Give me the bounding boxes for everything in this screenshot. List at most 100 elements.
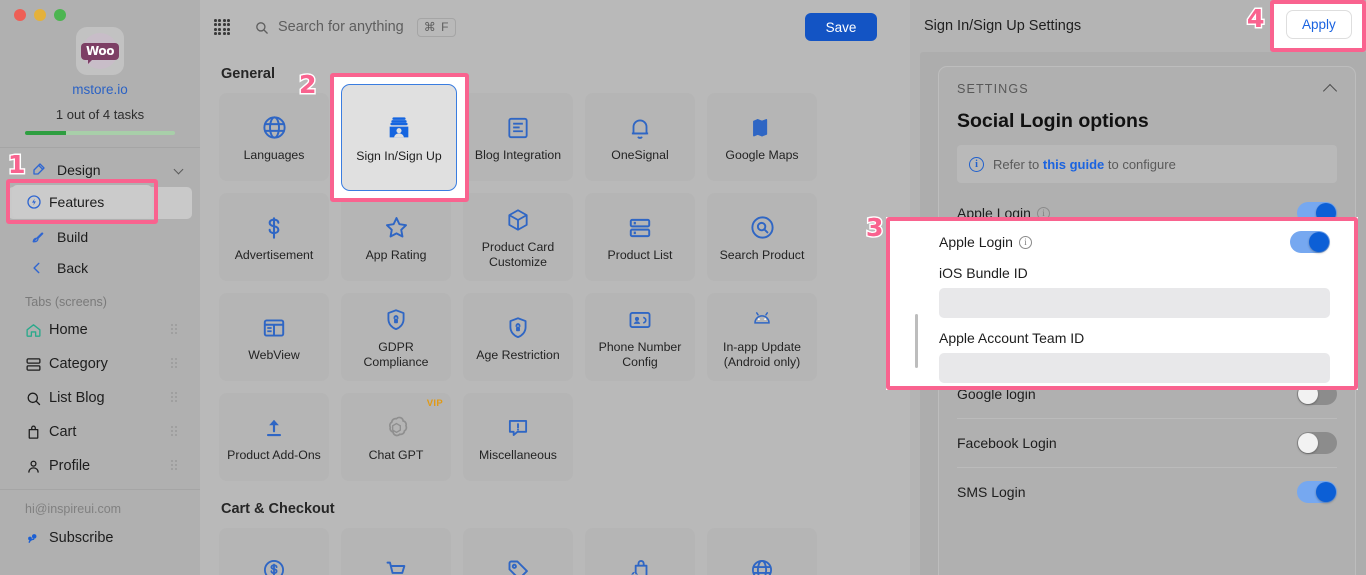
- drag-handle-icon[interactable]: [171, 358, 180, 370]
- dollar-sign-icon: [261, 212, 287, 244]
- sidebar-tab-list-blog[interactable]: List Blog: [0, 381, 200, 415]
- settings-card-header[interactable]: SETTINGS: [939, 67, 1355, 104]
- step-badge-3: 33: [866, 215, 883, 240]
- sidebar-item-features-focus[interactable]: Features: [12, 185, 152, 218]
- close-window-button[interactable]: [14, 9, 26, 21]
- tile-advertisement[interactable]: Advertisement: [219, 193, 329, 281]
- list-rows-icon: [627, 212, 653, 244]
- tile-chat-gpt[interactable]: VIP Chat GPT: [341, 393, 451, 481]
- tile-label: Advertisement: [231, 248, 318, 263]
- search-placeholder: Search for anything: [278, 19, 404, 35]
- drag-handle-icon[interactable]: [171, 426, 180, 438]
- sidebar-item-back-label: Back: [57, 260, 88, 276]
- tile-webview[interactable]: WebView: [219, 293, 329, 381]
- maximize-window-button[interactable]: [54, 9, 66, 21]
- add-to-bag-icon: [627, 554, 653, 575]
- info-small-icon[interactable]: i: [1019, 236, 1032, 249]
- brand-name[interactable]: mstore.io: [0, 82, 200, 97]
- step-badge-3-value: 3: [866, 215, 883, 240]
- tile-label: App Rating: [362, 248, 431, 263]
- apply-button-focus[interactable]: Apply: [1286, 10, 1352, 39]
- category-icon: [25, 356, 49, 373]
- account-email: hi@inspireui.com: [0, 490, 200, 521]
- tile-add-to-bag[interactable]: [585, 528, 695, 575]
- step-badge-4-value: 4: [1247, 6, 1264, 31]
- drag-handle-icon[interactable]: [171, 324, 180, 336]
- features-scroll-area[interactable]: General Languages: [200, 54, 910, 575]
- save-button[interactable]: Save: [805, 13, 877, 41]
- chevron-down-icon[interactable]: [174, 165, 184, 175]
- tile-blog-integration[interactable]: Blog Integration: [463, 93, 573, 181]
- apple-login-focus-label: Apple Login: [939, 234, 1013, 250]
- globe-icon: [261, 112, 288, 144]
- tile-languages[interactable]: Languages: [219, 93, 329, 181]
- tile-miscellaneous[interactable]: Miscellaneous: [463, 393, 573, 481]
- chevron-up-icon[interactable]: [1323, 84, 1337, 98]
- tile-app-rating[interactable]: App Rating: [341, 193, 451, 281]
- tile-product-add-ons[interactable]: Product Add-Ons: [219, 393, 329, 481]
- shield-lock-icon: [383, 304, 409, 336]
- drag-handle-icon[interactable]: [171, 460, 180, 472]
- settings-panel-title: Sign In/Sign Up Settings: [924, 18, 1081, 34]
- facebook-login-toggle[interactable]: [1297, 432, 1337, 454]
- tile-checkout-globe[interactable]: [707, 528, 817, 575]
- search-bar[interactable]: Search for anything ⌘ F: [254, 18, 456, 37]
- facebook-login-label: Facebook Login: [957, 435, 1057, 451]
- tile-onesignal[interactable]: OneSignal: [585, 93, 695, 181]
- design-brush-icon: [30, 162, 51, 178]
- tile-shopping-cart[interactable]: [341, 528, 451, 575]
- contact-card-icon: [627, 304, 653, 336]
- tile-age-restriction[interactable]: Age Restriction: [463, 293, 573, 381]
- tile-product-list[interactable]: Product List: [585, 193, 695, 281]
- guide-notice: i Refer to this guide to configure: [957, 145, 1337, 183]
- tile-google-maps[interactable]: Google Maps: [707, 93, 817, 181]
- sms-login-toggle[interactable]: [1297, 481, 1337, 503]
- sidebar-tab-profile[interactable]: Profile: [0, 449, 200, 483]
- tile-label: GDPR Compliance: [360, 340, 433, 370]
- guide-link[interactable]: this guide: [1043, 157, 1104, 172]
- tasks-progress-text: 1 out of 4 tasks: [0, 107, 200, 122]
- search-icon: [254, 20, 269, 35]
- home-icon: [25, 322, 49, 339]
- app-logo: Woo: [76, 27, 124, 75]
- group-title-general: General: [221, 66, 910, 82]
- tile-search-product[interactable]: Search Product: [707, 193, 817, 281]
- tile-label: WebView: [244, 348, 304, 363]
- tile-in-app-update[interactable]: In-app Update (Android only): [707, 293, 817, 381]
- apple-login-focus-toggle[interactable]: [1290, 231, 1330, 253]
- sidebar-item-subscribe-label: Subscribe: [49, 530, 113, 546]
- tabs-section-label: Tabs (screens): [0, 283, 200, 313]
- minimize-window-button[interactable]: [34, 9, 46, 21]
- sidebar-tab-category[interactable]: Category: [0, 347, 200, 381]
- tile-label: Product Add-Ons: [223, 448, 325, 463]
- apple-team-id-focus-label: Apple Account Team ID: [939, 330, 1358, 346]
- sidebar-tab-cart[interactable]: Cart: [0, 415, 200, 449]
- tasks-progress-bar: [25, 131, 175, 135]
- notice-suffix: to configure: [1104, 157, 1176, 172]
- tile-cart-pricing[interactable]: [219, 528, 329, 575]
- bell-icon: [627, 112, 653, 144]
- tile-phone-number-config[interactable]: Phone Number Config: [585, 293, 695, 381]
- drag-handle-icon[interactable]: [171, 392, 180, 404]
- ios-bundle-id-focus-input[interactable]: [939, 288, 1330, 318]
- tile-label: Product List: [604, 248, 677, 263]
- toggle-knob: [1316, 482, 1336, 502]
- app-window: Woo mstore.io 1 out of 4 tasks Design: [0, 0, 1366, 575]
- apple-team-id-focus-input[interactable]: [939, 353, 1330, 383]
- star-icon: [383, 212, 410, 244]
- sidebar-item-subscribe[interactable]: Subscribe: [0, 521, 200, 555]
- sidebar-item-design-label: Design: [57, 162, 101, 178]
- tile-price-tag[interactable]: [463, 528, 573, 575]
- woo-logo-text: Woo: [81, 43, 119, 60]
- sidebar-item-build[interactable]: Build: [0, 221, 200, 252]
- tile-sign-in-sign-up-focus[interactable]: Sign In/Sign Up: [341, 84, 457, 191]
- tile-gdpr-compliance[interactable]: GDPR Compliance: [341, 293, 451, 381]
- sidebar-item-back[interactable]: Back: [0, 252, 200, 283]
- sidebar-tab-home[interactable]: Home: [0, 313, 200, 347]
- tile-product-card-customize[interactable]: Product Card Customize: [463, 193, 573, 281]
- sidebar-item-design[interactable]: Design: [0, 154, 200, 185]
- facebook-login-row: Facebook Login: [939, 419, 1355, 467]
- sidebar-item-build-label: Build: [57, 229, 88, 245]
- step-badge-1: 11: [8, 152, 25, 177]
- apps-grid-icon[interactable]: [214, 19, 230, 35]
